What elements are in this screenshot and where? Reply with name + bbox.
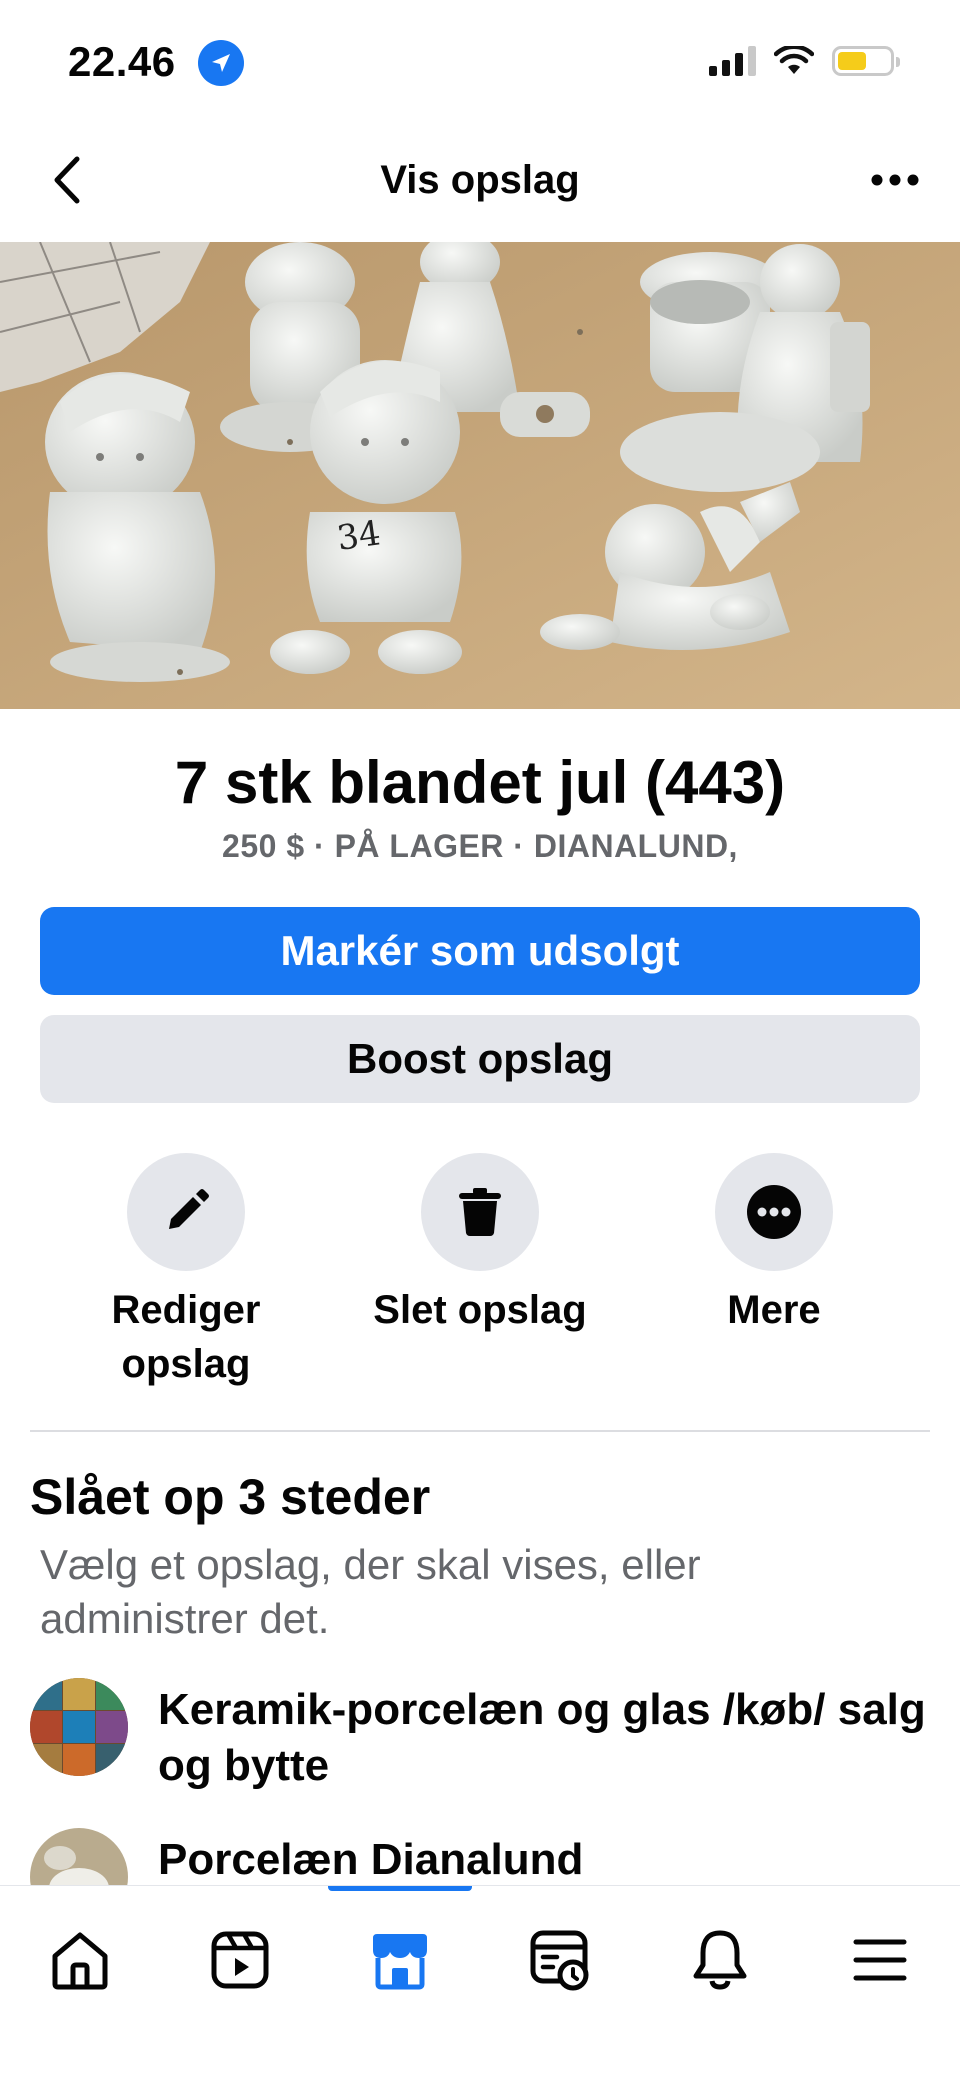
more-action[interactable]: Mere (654, 1153, 894, 1337)
figure-number-label: 34 (335, 513, 383, 559)
tab-marketplace[interactable] (360, 1920, 440, 2000)
tab-menu[interactable] (840, 1920, 920, 2000)
group-item[interactable]: Keramik-porcelæn og glas /køb/ salg og b… (30, 1678, 930, 1794)
menu-icon (853, 1939, 907, 1981)
tab-feeds[interactable] (520, 1920, 600, 2000)
boost-listing-button[interactable]: Boost opslag (40, 1015, 920, 1103)
delete-listing-button[interactable] (421, 1153, 539, 1271)
battery-icon (832, 46, 900, 76)
nav-header: Vis opslag (0, 120, 960, 242)
tab-notifications[interactable] (680, 1920, 760, 2000)
location-arrow-icon (198, 40, 244, 86)
trash-icon (459, 1188, 501, 1236)
bell-icon (693, 1930, 747, 1990)
edit-listing-label: Rediger opslag (111, 1288, 261, 1386)
more-options-button[interactable] (860, 150, 930, 210)
tab-home[interactable] (40, 1920, 120, 2000)
more-label: Mere (727, 1288, 821, 1332)
mark-sold-button[interactable]: Markér som udsolgt (40, 907, 920, 995)
wifi-icon (774, 46, 814, 74)
ellipsis-icon (871, 174, 919, 186)
active-tab-indicator (328, 1886, 472, 1891)
more-action-button[interactable] (715, 1153, 833, 1271)
posted-section-subtitle: Vælg et opslag, der skal vises, eller ad… (40, 1541, 701, 1642)
bottom-tab-bar (0, 1885, 960, 2078)
more-circle-icon (747, 1185, 801, 1239)
section-divider (30, 1430, 930, 1432)
listing-meta: 250 $ · PÅ LAGER · DIANALUND, (222, 828, 738, 864)
listing-title: 7 stk blandet jul (443) (174, 749, 786, 816)
marketplace-icon (373, 1934, 427, 1990)
status-time: 22.46 (68, 38, 176, 85)
group-avatar (30, 1678, 128, 1776)
edit-listing-action[interactable]: Rediger opslag (66, 1153, 306, 1391)
tab-video[interactable] (200, 1920, 280, 2000)
edit-listing-button[interactable] (127, 1153, 245, 1271)
group-name: Keramik-porcelæn og glas /køb/ salg og b… (158, 1685, 926, 1790)
status-bar: 22.46 (0, 0, 960, 120)
feeds-icon (530, 1930, 589, 1991)
page-title: Vis opslag (380, 158, 580, 202)
posted-section-title: Slået op 3 steder (30, 1469, 431, 1525)
video-icon (211, 1931, 269, 1989)
delete-listing-label: Slet opslag (373, 1288, 587, 1332)
group-name: Porcelæn Dianalund (158, 1835, 584, 1884)
pencil-icon (169, 1189, 209, 1229)
home-icon (52, 1932, 108, 1990)
cellular-signal-icon (709, 46, 756, 76)
delete-listing-action[interactable]: Slet opslag (360, 1153, 600, 1337)
listing-photo[interactable]: 34 (0, 242, 960, 709)
